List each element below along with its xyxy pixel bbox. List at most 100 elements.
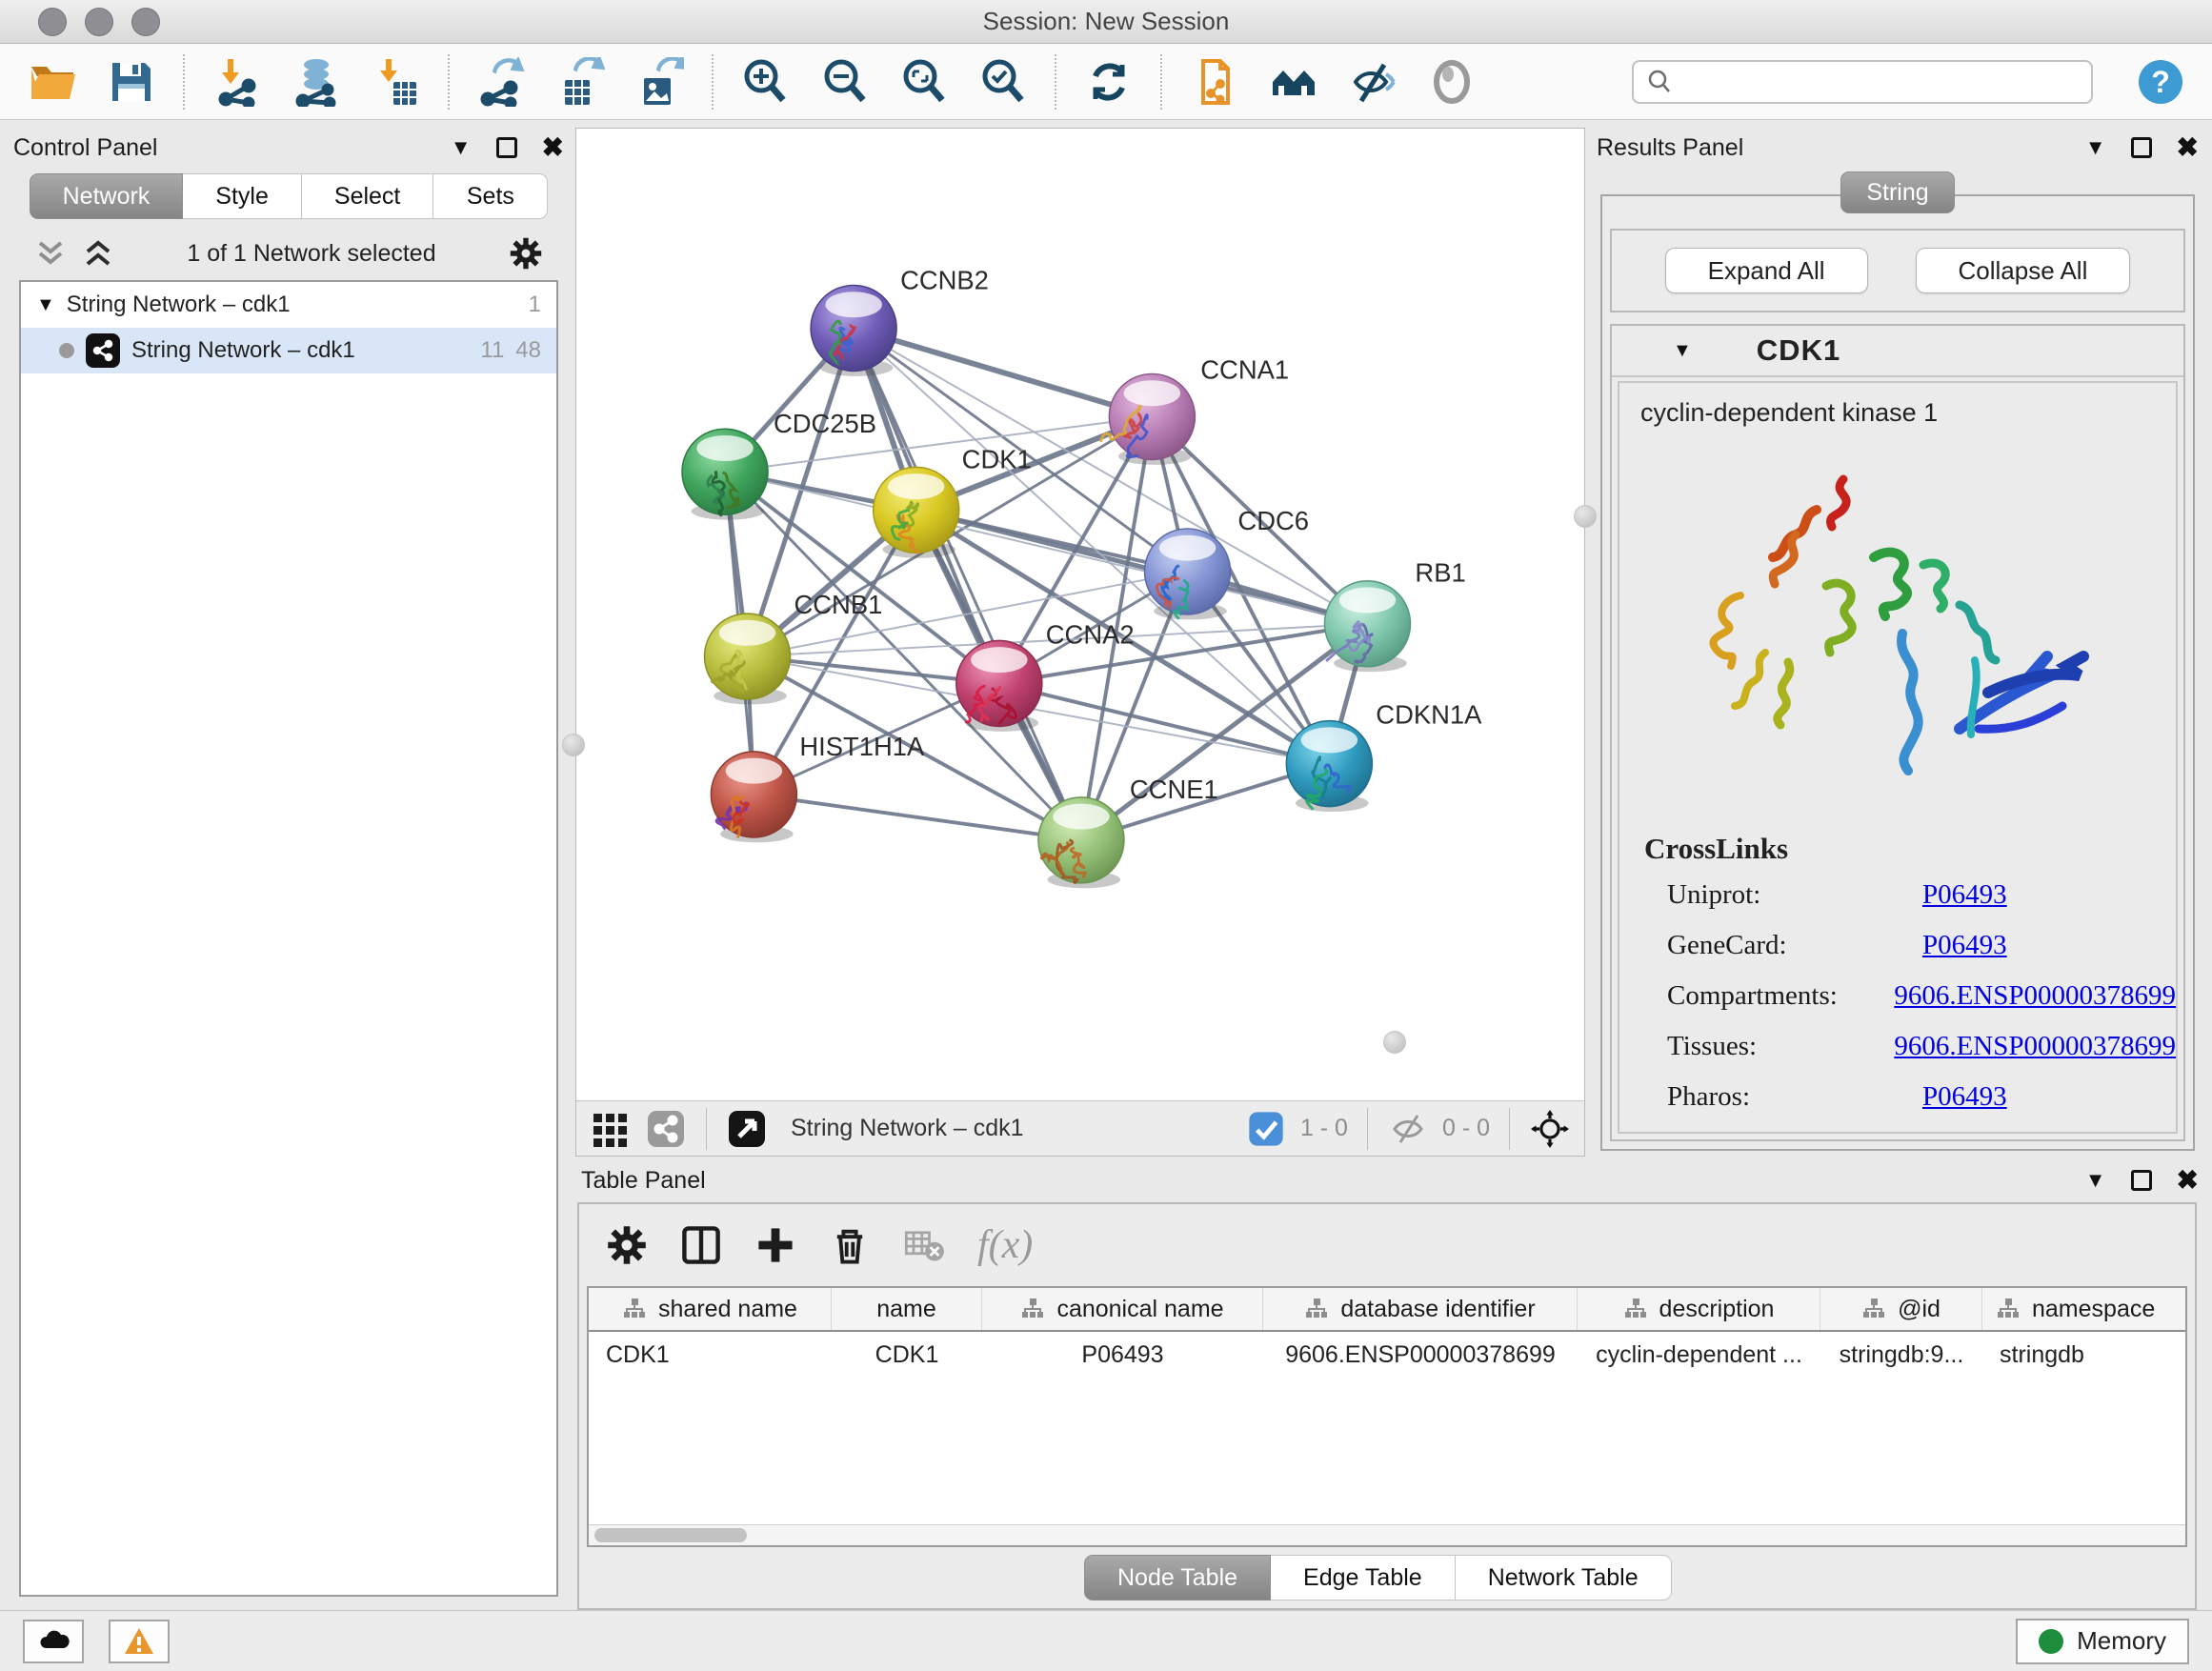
crosslink-label: GeneCard: [1667,930,1922,961]
network-node-RB1[interactable]: RB1 [1324,558,1465,672]
network-row-selected[interactable]: String Network – cdk1 11 48 [21,328,556,373]
collapse-all-button[interactable]: Collapse All [1916,248,2131,293]
maximize-panel-icon[interactable] [2131,137,2152,158]
network-node-CCNA1[interactable]: CCNA1 [1101,354,1290,465]
table-toolbar: f(x) [579,1204,2195,1286]
gene-section-header[interactable]: ▼ CDK1 [1612,326,2183,377]
close-panel-icon[interactable]: ✖ [2177,134,2199,161]
network-node-label: RB1 [1415,558,1465,588]
string-view-icon[interactable] [645,1108,687,1150]
table-horizontal-scrollbar[interactable] [589,1524,2185,1545]
network-edge[interactable] [754,795,1081,840]
import-table-icon[interactable] [362,51,428,112]
close-panel-icon[interactable]: ✖ [542,134,564,161]
zoom-in-icon[interactable] [733,51,798,112]
network-node-HIST1H1A[interactable]: HIST1H1A [711,732,925,843]
edge-count: 48 [515,337,541,364]
tab-node-table[interactable]: Node Table [1084,1555,1271,1601]
column-header[interactable]: database identifier [1263,1288,1578,1330]
show-columns-icon[interactable] [680,1224,722,1266]
zoom-selected-icon[interactable] [970,51,1036,112]
network-node-CDKN1A[interactable]: CDKN1A [1286,700,1482,813]
network-canvas[interactable]: CCNB2CCNA1CDC25BCDK1CDC6RB1CCNB1CCNA2CDK… [576,129,1584,1100]
export-table-icon[interactable] [548,51,613,112]
maximize-panel-icon[interactable] [2131,1170,2152,1191]
export-network-icon[interactable] [469,51,534,112]
node-count: 11 [480,337,504,364]
network-edge[interactable] [854,328,1152,416]
column-header[interactable]: shared name [589,1288,832,1330]
cloud-status-button[interactable] [23,1620,84,1663]
zoom-out-icon[interactable] [812,51,877,112]
network-node-label: CDKN1A [1376,700,1482,730]
float-panel-icon[interactable]: ▼ [2085,137,2106,158]
delete-column-icon[interactable] [829,1224,871,1266]
crosslink-link[interactable]: 9606.ENSP00000378699 [1894,980,2176,1012]
tab-select[interactable]: Select [302,173,433,219]
save-session-icon[interactable] [98,51,164,112]
help-icon[interactable]: ? [2127,51,2193,112]
crosslink-link[interactable]: P06493 [1922,1081,2007,1113]
tab-edge-table[interactable]: Edge Table [1271,1555,1456,1601]
birdseye-navigator-icon[interactable] [1529,1108,1571,1150]
refresh-icon[interactable] [1076,51,1141,112]
expand-all-button[interactable]: Expand All [1665,248,1868,293]
column-header[interactable]: name [832,1288,982,1330]
left-splitter-handle[interactable] [562,734,585,756]
detach-view-icon[interactable] [726,1108,768,1150]
string-home-icon[interactable] [1261,51,1327,112]
table-row[interactable]: CDK1 CDK1 P06493 9606.ENSP00000378699 cy… [589,1332,2185,1378]
open-session-icon[interactable] [19,51,85,112]
toolbar-separator [183,54,185,110]
selected-checkbox-icon[interactable] [1245,1108,1287,1150]
warning-icon [123,1625,155,1658]
share-network-icon[interactable] [1181,51,1247,112]
warnings-button[interactable] [109,1620,170,1663]
network-node-label: CDK1 [962,444,1032,473]
column-header[interactable]: namespace [1982,1288,2185,1330]
network-node-CCNE1[interactable]: CCNE1 [1038,775,1218,888]
tab-string[interactable]: String [1840,171,1954,213]
search-input[interactable] [1681,69,2080,95]
maximize-panel-icon[interactable] [496,137,517,158]
column-header[interactable]: description [1578,1288,1820,1330]
tab-style[interactable]: Style [183,173,302,219]
crosslink-label: Compartments: [1667,980,1894,1012]
network-options-gear-icon[interactable] [509,236,543,271]
scrollbar-thumb[interactable] [594,1528,747,1542]
tab-sets[interactable]: Sets [433,173,548,219]
table-tabs: Node Table Edge Table Network Table [579,1547,2195,1608]
column-header[interactable]: canonical name [982,1288,1263,1330]
column-header[interactable]: @id [1820,1288,1982,1330]
show-graphics-icon[interactable] [1419,51,1485,112]
network-edge[interactable] [854,328,1081,839]
grid-mode-icon[interactable] [590,1108,632,1150]
export-image-icon[interactable] [627,51,693,112]
collection-expander-icon[interactable]: ▼ [36,294,55,316]
table-options-gear-icon[interactable] [606,1224,648,1266]
crosslink-link[interactable]: P06493 [1922,930,2007,961]
tab-network[interactable]: Network [30,173,184,219]
add-column-icon[interactable] [754,1224,796,1266]
expand-all-icon[interactable] [82,239,114,268]
float-panel-icon[interactable]: ▼ [2085,1170,2106,1191]
zoom-fit-icon[interactable] [891,51,956,112]
cell-database-identifier: 9606.ENSP00000378699 [1263,1332,1578,1378]
right-splitter-handle[interactable] [1574,505,1597,528]
network-node-label: CCNB1 [794,590,882,619]
network-node-label: HIST1H1A [799,732,925,761]
import-network-database-icon[interactable] [283,51,349,112]
import-network-file-icon[interactable] [204,51,270,112]
hide-glass-icon[interactable] [1340,51,1406,112]
section-expander-icon[interactable]: ▼ [1673,340,1692,362]
tab-network-table[interactable]: Network Table [1456,1555,1672,1601]
bottom-splitter-handle[interactable] [1383,1031,1406,1054]
float-panel-icon[interactable]: ▼ [451,137,472,158]
crosslink-link[interactable]: 9606.ENSP00000378699 [1894,1031,2176,1062]
network-collection-row[interactable]: ▼ String Network – cdk1 1 [21,282,556,328]
close-panel-icon[interactable]: ✖ [2177,1167,2199,1194]
collapse-all-icon[interactable] [34,239,67,268]
crosslink-link[interactable]: P06493 [1922,879,2007,911]
memory-button[interactable]: Memory [2016,1619,2189,1664]
cell-id: stringdb:9... [1820,1332,1982,1378]
